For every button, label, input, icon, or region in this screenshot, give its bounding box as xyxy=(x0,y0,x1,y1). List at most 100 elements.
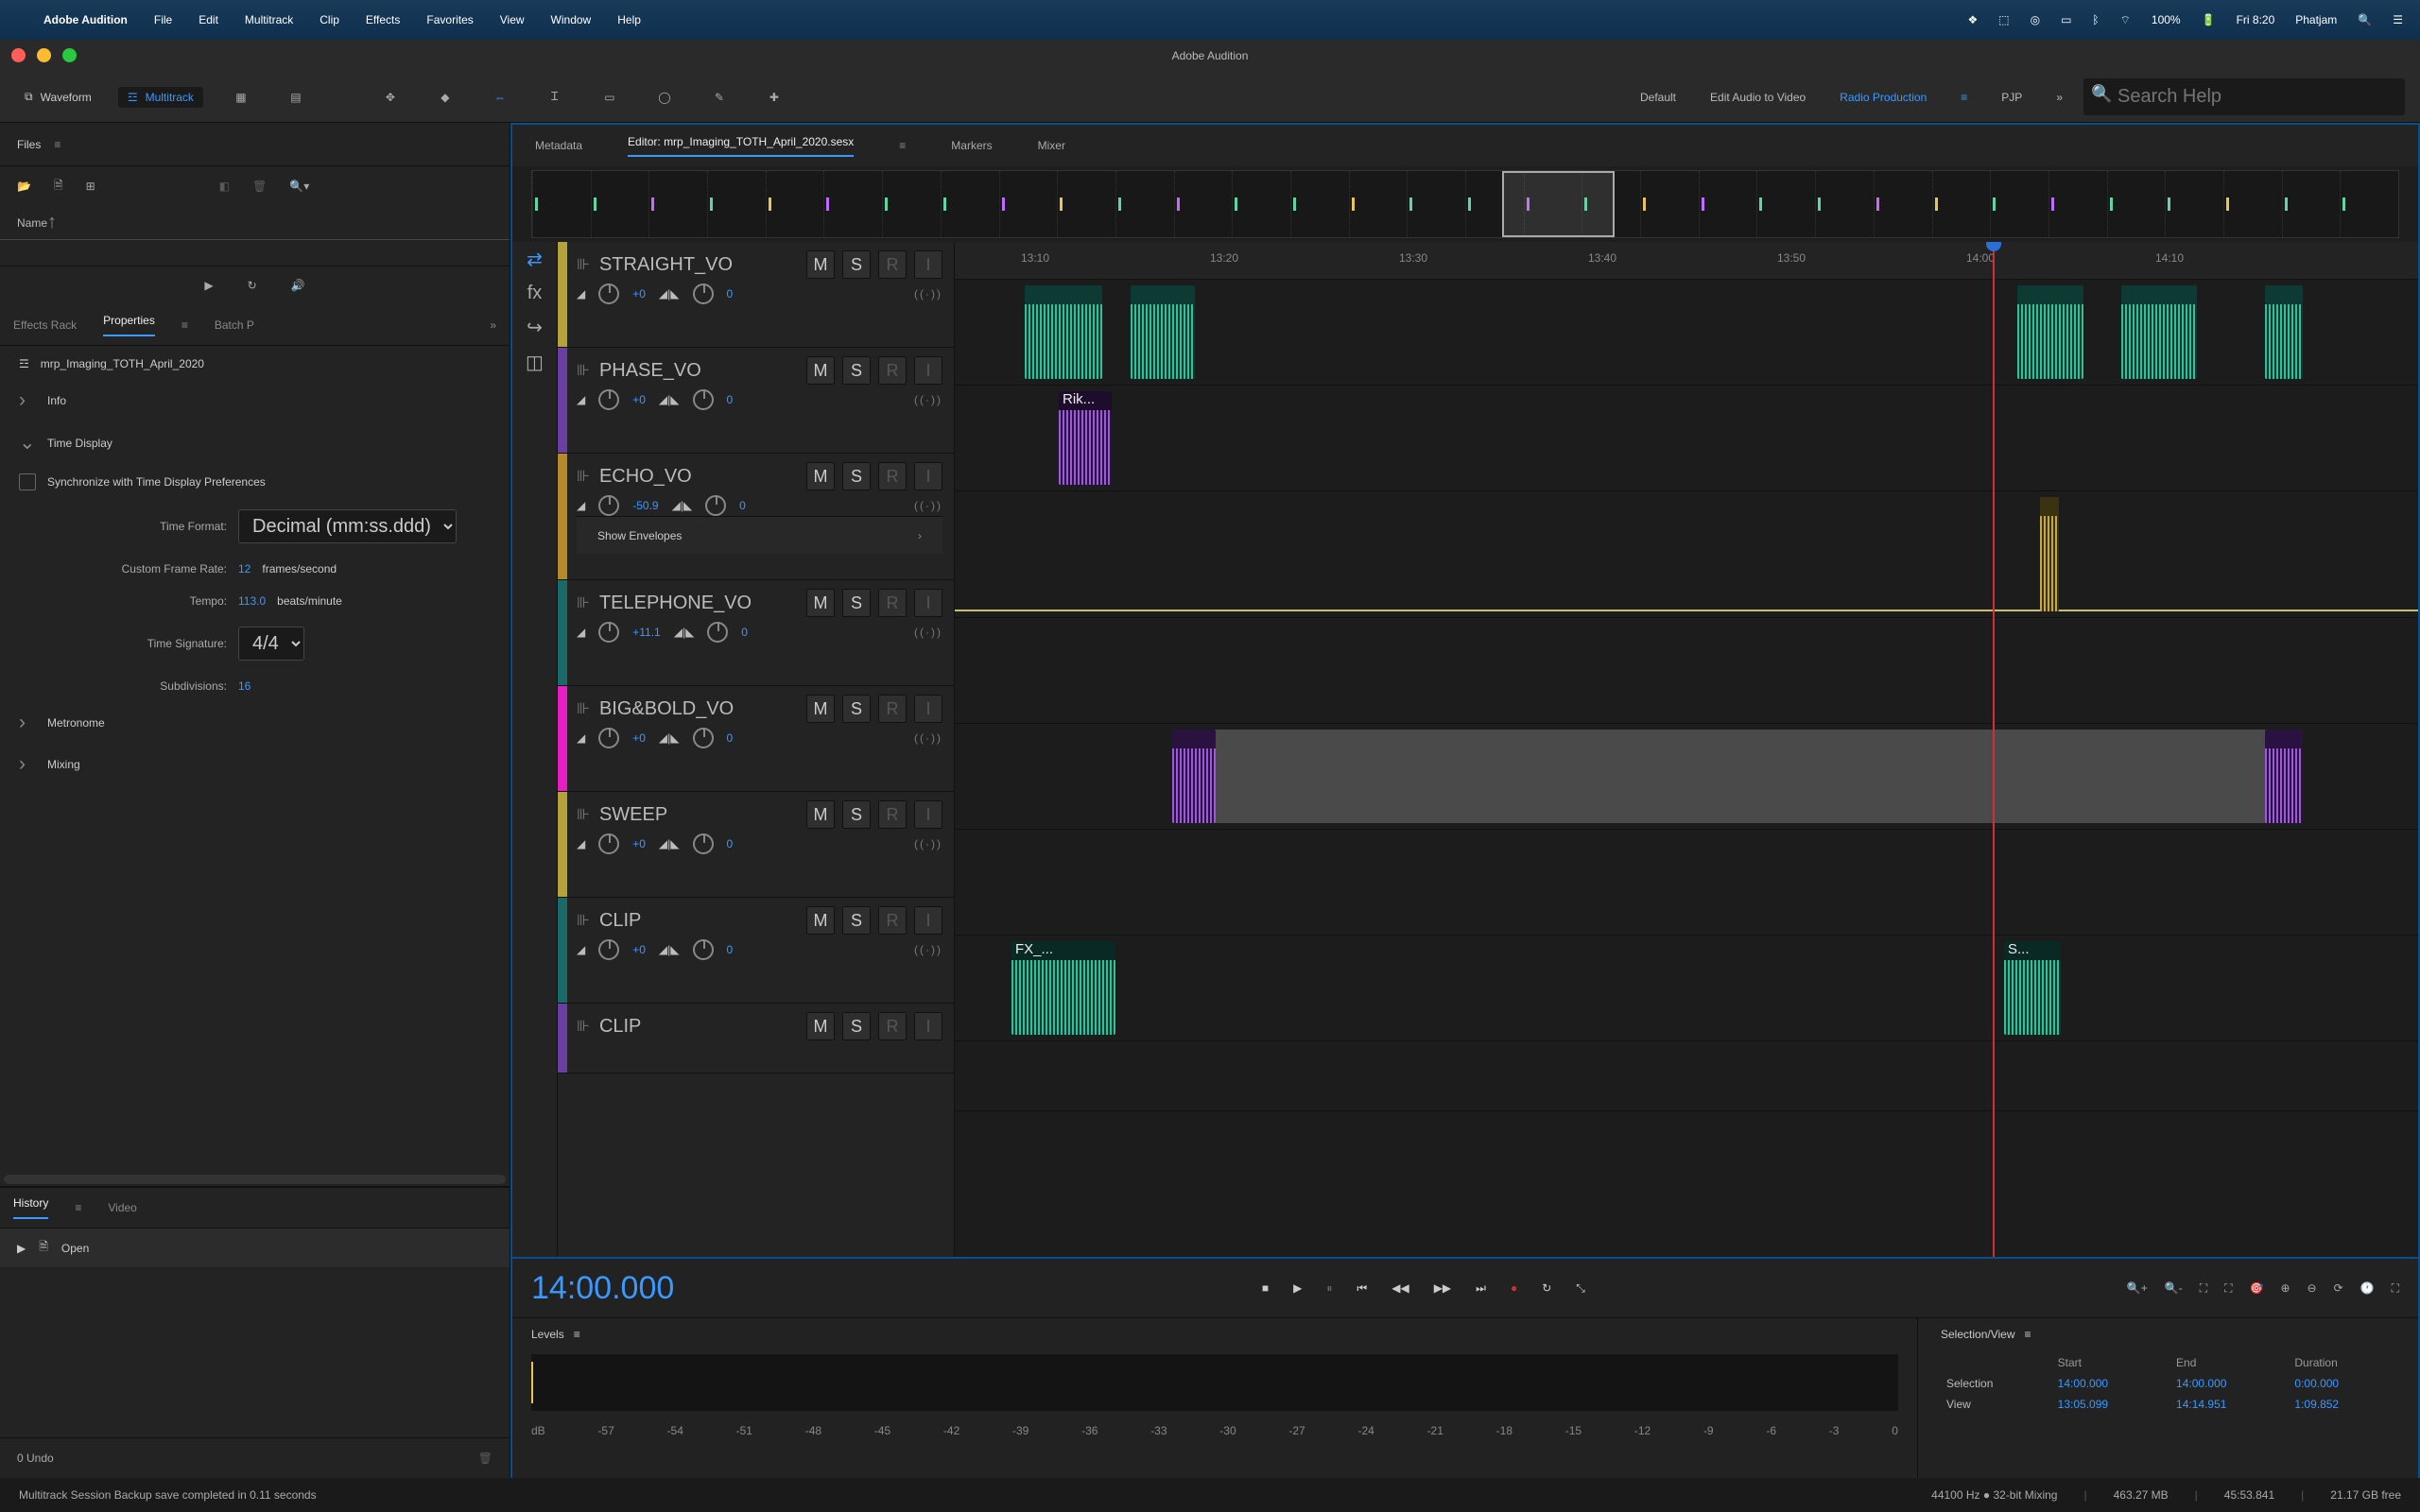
zoom-out-amp-icon[interactable]: ⊖ xyxy=(2308,1281,2317,1295)
audio-clip[interactable] xyxy=(1172,730,1216,823)
history-menu-icon[interactable]: ≡ xyxy=(75,1201,81,1214)
mute-button[interactable]: M xyxy=(806,1012,835,1040)
send-icon[interactable]: ↪ xyxy=(527,316,543,339)
clip-lane[interactable]: Rik... xyxy=(955,386,2418,491)
track-grip-icon[interactable]: ⊪ xyxy=(577,593,590,612)
track-header[interactable]: ⊪ PHASE_VO M S R I ◢ +0 ◢|◣ 0 ((·)) xyxy=(558,348,954,454)
import-icon[interactable]: 🗎 xyxy=(54,177,63,197)
clips-area[interactable]: Rik...FX_...S... xyxy=(955,280,2418,1111)
volume-value[interactable]: +11.1 xyxy=(632,626,660,639)
audio-clip[interactable] xyxy=(2017,285,2083,379)
workspace-more-icon[interactable]: » xyxy=(2056,91,2063,104)
menu-clip[interactable]: Clip xyxy=(320,13,339,26)
heal-tool-icon[interactable]: ✚ xyxy=(757,80,791,114)
volume-value[interactable]: +0 xyxy=(632,287,646,301)
clip-lane[interactable] xyxy=(955,724,2418,830)
track-grip-icon[interactable]: ⊪ xyxy=(577,255,590,274)
menu-multitrack[interactable]: Multitrack xyxy=(245,13,293,26)
time-select-tool-icon[interactable]: Ꮖ xyxy=(538,80,572,114)
pan-value[interactable]: 0 xyxy=(727,287,734,301)
workspace-default[interactable]: Default xyxy=(1640,91,1676,104)
volume-value[interactable]: +0 xyxy=(632,943,646,956)
overview-navigator[interactable]: ⊕ xyxy=(531,170,2399,238)
tab-batch[interactable]: Batch P xyxy=(215,318,254,332)
pan-knob[interactable] xyxy=(693,284,714,304)
track-header[interactable]: ⊪ STRAIGHT_VO M S R I ◢ +0 ◢|◣ 0 ((·)) xyxy=(558,242,954,348)
track-header[interactable]: ⊪ TELEPHONE_VO M S R I ◢ +11.1 ◢|◣ 0 ((·… xyxy=(558,580,954,686)
workspace-pjp[interactable]: PJP xyxy=(2001,91,2022,104)
zoom-window-icon[interactable] xyxy=(62,48,77,62)
audio-clip[interactable]: S... xyxy=(2004,941,2061,1035)
tab-editor[interactable]: Editor: mrp_Imaging_TOTH_April_2020.sesx xyxy=(628,135,854,157)
solo-button[interactable]: S xyxy=(842,462,871,490)
track-name[interactable]: ECHO_VO xyxy=(599,466,692,488)
stereo-io-icon[interactable]: ((·)) xyxy=(914,287,942,301)
playhead[interactable] xyxy=(1993,242,1995,1257)
selview-menu-icon[interactable]: ≡ xyxy=(2025,1328,2031,1341)
clock[interactable]: Fri 8:20 xyxy=(2237,13,2275,26)
stereo-io-icon[interactable]: ((·)) xyxy=(914,393,942,406)
files-list[interactable] xyxy=(0,240,510,266)
close-window-icon[interactable] xyxy=(11,48,26,62)
forward-icon[interactable]: ▶▶ xyxy=(1434,1281,1451,1295)
monitor-input-button[interactable]: I xyxy=(914,695,942,723)
monitor-input-button[interactable]: I xyxy=(914,1012,942,1040)
stereo-io-icon[interactable]: ((·)) xyxy=(914,626,942,639)
volume-value[interactable]: +0 xyxy=(632,393,646,406)
audio-clip[interactable]: Rik... xyxy=(1059,391,1112,485)
bluetooth-icon[interactable]: ᛒ xyxy=(2092,13,2099,26)
monitor-input-button[interactable]: I xyxy=(914,250,942,279)
pan-knob[interactable] xyxy=(693,939,714,960)
files-menu-icon[interactable]: ≡ xyxy=(54,138,60,151)
app-name[interactable]: Adobe Audition xyxy=(43,13,128,26)
brush-tool-icon[interactable]: ✎ xyxy=(702,80,736,114)
volume-knob[interactable] xyxy=(598,622,619,643)
monitor-input-button[interactable]: I xyxy=(914,800,942,829)
cc-icon[interactable]: ◎ xyxy=(2031,13,2040,26)
solo-button[interactable]: S xyxy=(842,356,871,385)
dropbox-icon[interactable]: ⬚ xyxy=(1998,13,2009,26)
solo-button[interactable]: S xyxy=(842,906,871,935)
level-meter[interactable] xyxy=(531,1354,1898,1411)
delete-icon[interactable]: 🗑 xyxy=(252,180,267,193)
clip-lane[interactable] xyxy=(955,618,2418,724)
menu-file[interactable]: File xyxy=(154,13,172,26)
timeline[interactable]: TOTH_15 13:1013:2013:3013:4013:5014:0014… xyxy=(955,242,2418,1257)
envelope-line[interactable] xyxy=(955,610,2418,611)
solo-button[interactable]: S xyxy=(842,695,871,723)
time-sig-select[interactable]: 4/4 xyxy=(238,627,304,661)
audio-clip[interactable] xyxy=(1025,285,1102,379)
monitor-input-button[interactable]: I xyxy=(914,906,942,935)
tab-history[interactable]: History xyxy=(13,1196,48,1219)
arm-record-button[interactable]: R xyxy=(878,589,907,617)
volume-knob[interactable] xyxy=(598,833,619,854)
clip-lane[interactable] xyxy=(955,1041,2418,1111)
arm-record-button[interactable]: R xyxy=(878,906,907,935)
arm-record-button[interactable]: R xyxy=(878,695,907,723)
solo-button[interactable]: S xyxy=(842,250,871,279)
arm-record-button[interactable]: R xyxy=(878,356,907,385)
mute-button[interactable]: M xyxy=(806,906,835,935)
track-name[interactable]: TELEPHONE_VO xyxy=(599,593,752,614)
pan-value[interactable]: 0 xyxy=(741,626,748,639)
menu-window[interactable]: Window xyxy=(551,13,592,26)
track-header[interactable]: ⊪ ECHO_VO M S R I ◢ -50.9 ◢|◣ 0 ((·)) Sh… xyxy=(558,454,954,580)
track-grip-icon[interactable]: ⊪ xyxy=(577,805,590,824)
preview-loop-icon[interactable]: ↻ xyxy=(248,279,257,292)
menu-view[interactable]: View xyxy=(500,13,525,26)
pan-knob[interactable] xyxy=(693,833,714,854)
levels-menu-icon[interactable]: ≡ xyxy=(574,1328,580,1341)
menu-edit[interactable]: Edit xyxy=(199,13,218,26)
volume-knob[interactable] xyxy=(598,728,619,748)
volume-knob[interactable] xyxy=(598,389,619,410)
files-name-column[interactable]: Name xyxy=(0,206,510,240)
help-search-input[interactable] xyxy=(2083,78,2405,115)
insert-clip-icon[interactable]: ◧ xyxy=(219,180,230,193)
zoom-in-point-icon[interactable]: 🎯 xyxy=(2250,1281,2264,1295)
play-icon[interactable]: ▶ xyxy=(1293,1281,1302,1295)
tab-metadata[interactable]: Metadata xyxy=(535,139,582,152)
zoom-in-amp-icon[interactable]: ⊕ xyxy=(2280,1281,2290,1295)
track-name[interactable]: CLIP xyxy=(599,910,641,932)
loop-icon[interactable]: ⇄ xyxy=(527,248,543,271)
record-icon[interactable]: ● xyxy=(1511,1281,1517,1295)
